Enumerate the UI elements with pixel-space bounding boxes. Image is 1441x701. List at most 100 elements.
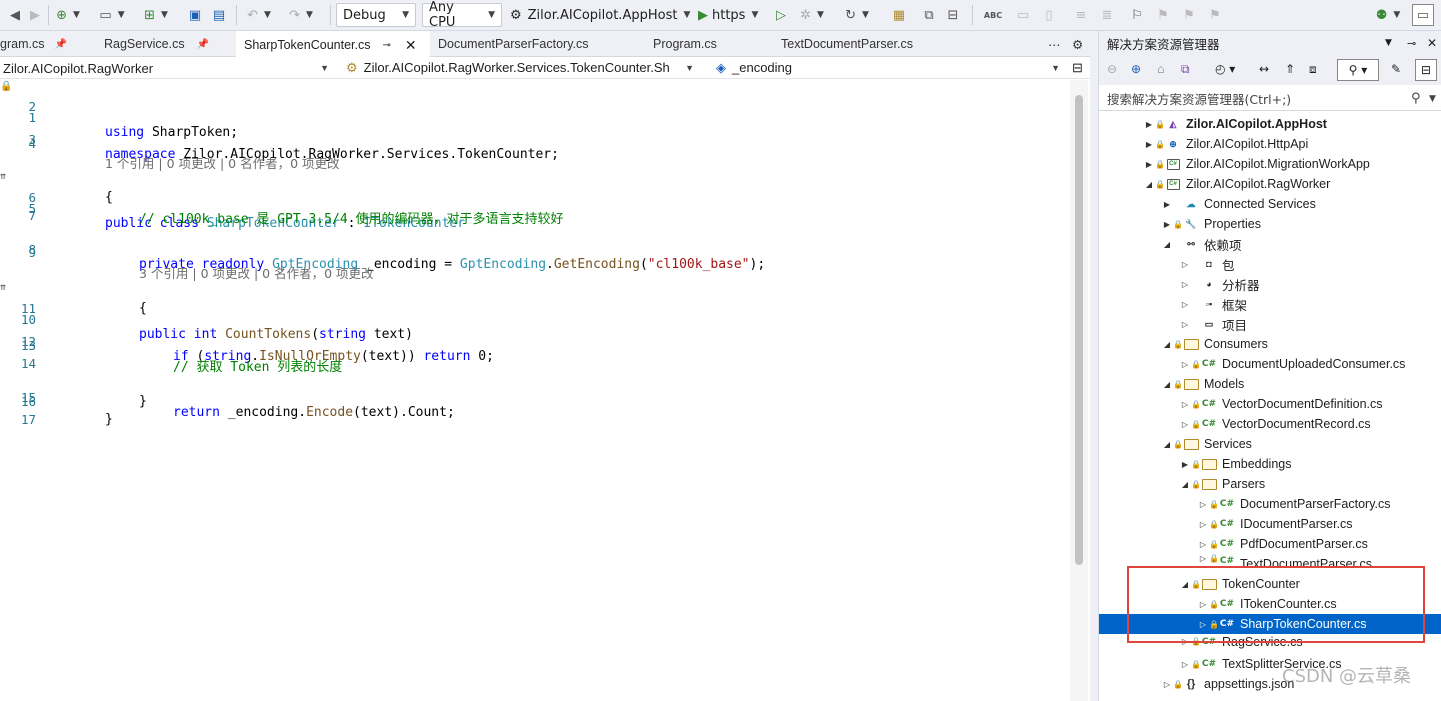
expand-icon[interactable]: ▶ bbox=[1143, 120, 1155, 129]
tree-item-properties[interactable]: ▶ 🔒 🔧 Properties bbox=[1099, 214, 1441, 234]
expand-icon[interactable]: ▶ bbox=[1179, 460, 1191, 469]
collapse-all-icon[interactable]: ⇑ bbox=[1285, 62, 1295, 76]
find-in-files-icon[interactable]: ▦ bbox=[890, 4, 908, 26]
refresh-icon[interactable]: ↻ ▼ bbox=[842, 4, 872, 26]
tree-item-packages[interactable]: ▷ ◘ 包 bbox=[1099, 254, 1441, 274]
chevron-down-icon[interactable]: ▼ bbox=[1429, 94, 1436, 104]
outdent-icon[interactable]: ≡ bbox=[1072, 4, 1090, 26]
spell-check-icon[interactable]: ABC bbox=[982, 4, 1004, 26]
expand-icon[interactable]: ▶ bbox=[1161, 220, 1173, 229]
tree-item-documentparserfactory[interactable]: ▷ 🔒 C# DocumentParserFactory.cs bbox=[1099, 494, 1441, 514]
undo-icon[interactable]: ↶ ▼ bbox=[244, 4, 274, 26]
tree-item-idocumentparser[interactable]: ▷ 🔒 C# IDocumentParser.cs bbox=[1099, 514, 1441, 534]
expand-icon[interactable]: ▷ bbox=[1179, 280, 1191, 289]
next-bookmark-icon[interactable]: ⚑ bbox=[1180, 4, 1198, 26]
tree-item-textdocumentparser[interactable]: ▷ 🔒 C# TextDocumentParser.cs bbox=[1099, 554, 1441, 566]
pin-icon[interactable]: ⊸ bbox=[1407, 37, 1416, 50]
expand-icon[interactable]: ▷ bbox=[1161, 680, 1173, 689]
collapse-icon[interactable]: ◢ bbox=[1161, 380, 1173, 389]
implementation-icon[interactable]: ⇈ bbox=[0, 282, 6, 293]
collapse-icon[interactable]: ◢ bbox=[1161, 240, 1173, 249]
tree-item-parsers[interactable]: ◢ 🔒 Parsers bbox=[1099, 474, 1441, 494]
tab-sharptokencounter[interactable]: SharpTokenCounter.cs ⊸ ✕ bbox=[236, 31, 430, 57]
expand-icon[interactable]: ▷ bbox=[1197, 520, 1209, 529]
tab-program[interactable]: gram.cs 📌 bbox=[0, 31, 82, 57]
expand-icon[interactable]: ▷ bbox=[1197, 500, 1209, 509]
tree-item-dependencies[interactable]: ◢ ⚯ 依赖项 bbox=[1099, 234, 1441, 254]
member-nav-select[interactable]: ◈ _encoding ▼ bbox=[716, 58, 1060, 78]
run-button[interactable]: ▶ https ▼ bbox=[698, 4, 766, 26]
prev-bookmark-icon[interactable]: ⚑ bbox=[1154, 4, 1172, 26]
tab-ragservice[interactable]: RagService.cs 📌 bbox=[96, 31, 228, 57]
expand-icon[interactable]: ▷ bbox=[1197, 554, 1209, 563]
chevron-down-icon[interactable]: ▼ bbox=[1385, 38, 1392, 48]
tree-item-embeddings[interactable]: ▶ 🔒 Embeddings bbox=[1099, 454, 1441, 474]
tree-item-ragworker[interactable]: ◢ 🔒 C# Zilor.AICopilot.RagWorker bbox=[1099, 174, 1441, 194]
expand-icon[interactable]: ▶ bbox=[1143, 160, 1155, 169]
back-icon[interactable]: ◀ bbox=[6, 4, 24, 26]
editor-scrollbar-thumb[interactable] bbox=[1075, 95, 1083, 565]
back-icon[interactable]: ⊖ bbox=[1107, 62, 1117, 76]
home-icon[interactable]: ⌂ bbox=[1157, 62, 1165, 76]
properties-icon[interactable]: ✎ bbox=[1391, 62, 1401, 76]
expand-icon[interactable]: ▷ bbox=[1179, 360, 1191, 369]
pin-icon[interactable]: 📌 bbox=[197, 39, 209, 50]
window-icon[interactable]: ⧉ bbox=[920, 4, 938, 26]
bookmark-icon[interactable]: ⚐ bbox=[1128, 4, 1146, 26]
forward-icon[interactable]: ⊕ bbox=[1131, 62, 1141, 76]
collapse-icon[interactable]: ◢ bbox=[1161, 440, 1173, 449]
save-all-icon[interactable]: ▤ bbox=[210, 4, 228, 26]
tab-textdocumentparser[interactable]: TextDocumentParser.cs bbox=[773, 31, 953, 57]
type-nav-select[interactable]: ⚙ Zilor.AICopilot.RagWorker.Services.Toke… bbox=[346, 58, 694, 78]
open-file-icon[interactable]: ▭ ▼ bbox=[98, 4, 126, 26]
collapse-icon[interactable]: ◢ bbox=[1143, 180, 1155, 189]
tree-item-consumers[interactable]: ◢ 🔒 Consumers bbox=[1099, 334, 1441, 354]
account-icon[interactable]: ▭ bbox=[1412, 4, 1434, 26]
redo-icon[interactable]: ↷ ▼ bbox=[286, 4, 316, 26]
startup-project-select[interactable]: ⚙ Zilor.AICopilot.AppHost ▼ bbox=[510, 4, 690, 26]
expand-icon[interactable]: ▷ bbox=[1179, 400, 1191, 409]
search-icon[interactable]: ⚲ bbox=[1411, 91, 1421, 106]
show-all-files-icon[interactable]: ⧈ bbox=[1309, 62, 1317, 77]
tree-item-analyzers[interactable]: ▷ ◕ 分析器 bbox=[1099, 274, 1441, 294]
expand-icon[interactable]: ▷ bbox=[1197, 540, 1209, 549]
expand-icon[interactable]: ▶ bbox=[1143, 140, 1155, 149]
sync-icon[interactable]: ↔ bbox=[1259, 62, 1269, 76]
tree-item-frameworks[interactable]: ▷ ▫▪ 框架 bbox=[1099, 294, 1441, 314]
preview-icon[interactable]: ⊟ bbox=[1415, 59, 1437, 81]
tab-program-2[interactable]: Program.cs bbox=[645, 31, 755, 57]
configuration-select[interactable]: Debug ▼ bbox=[336, 3, 416, 27]
close-icon[interactable]: ✕ bbox=[1427, 36, 1437, 50]
collapse-icon[interactable]: ◢ bbox=[1179, 480, 1191, 489]
tree-item-migrationworkapp[interactable]: ▶ 🔒 C# Zilor.AICopilot.MigrationWorkApp bbox=[1099, 154, 1441, 174]
copilot-icon[interactable]: ⚉ ▼ bbox=[1374, 4, 1402, 26]
tree-item-projects[interactable]: ▷ ▭ 项目 bbox=[1099, 314, 1441, 334]
start-without-debug-icon[interactable]: ▷ bbox=[772, 4, 790, 26]
clear-bookmarks-icon[interactable]: ⚑ bbox=[1206, 4, 1224, 26]
new-project-icon[interactable]: ⊕ ▼ bbox=[54, 4, 82, 26]
solution-search-input[interactable]: 搜索解决方案资源管理器(Ctrl+;) ⚲ ▼ bbox=[1099, 87, 1441, 111]
expand-icon[interactable]: ▷ bbox=[1179, 320, 1191, 329]
forward-icon[interactable]: ▶ bbox=[26, 4, 44, 26]
indent-icon[interactable]: ≣ bbox=[1098, 4, 1116, 26]
code-editor[interactable]: 🔒 1 using SharpToken; 2 3 namespace Zilo… bbox=[0, 80, 1070, 701]
settings-icon[interactable]: ⚙ bbox=[1064, 31, 1090, 57]
pin-icon[interactable]: 📌 bbox=[54, 39, 66, 50]
split-editor-icon[interactable]: ⊟ bbox=[1072, 58, 1086, 78]
tree-item-pdfdocumentparser[interactable]: ▷ 🔒 C# PdfDocumentParser.cs bbox=[1099, 534, 1441, 554]
tab-documentparserfactory[interactable]: DocumentParserFactory.cs bbox=[430, 31, 630, 57]
pin-icon[interactable]: ⊸ bbox=[382, 40, 390, 51]
expand-icon[interactable]: ▷ bbox=[1179, 260, 1191, 269]
add-item-icon[interactable]: ⊞ ▼ bbox=[142, 4, 170, 26]
implementation-icon[interactable]: ⇈ bbox=[0, 171, 6, 182]
tree-item-vectordocumentdefinition[interactable]: ▷ 🔒 C# VectorDocumentDefinition.cs bbox=[1099, 394, 1441, 414]
tree-item-vectordocumentrecord[interactable]: ▷ 🔒 C# VectorDocumentRecord.cs bbox=[1099, 414, 1441, 434]
hot-reload-icon[interactable]: ✲ ▼ bbox=[798, 4, 826, 26]
tree-item-httpapi[interactable]: ▶ 🔒 ⊕ Zilor.AICopilot.HttpApi bbox=[1099, 134, 1441, 154]
codelens-references[interactable]: 3 个引用 | 0 项更改 | 0 名作者，0 项更改 bbox=[139, 263, 374, 282]
layout-icon[interactable]: ⊟ bbox=[944, 4, 962, 26]
save-icon[interactable]: ▣ bbox=[186, 4, 204, 26]
filter-icon[interactable]: ⚲ ▾ bbox=[1337, 59, 1379, 81]
codelens-references[interactable]: 1 个引用 | 0 项更改 | 0 名作者，0 项更改 bbox=[105, 153, 340, 172]
tree-item-services[interactable]: ◢ 🔒 Services bbox=[1099, 434, 1441, 454]
